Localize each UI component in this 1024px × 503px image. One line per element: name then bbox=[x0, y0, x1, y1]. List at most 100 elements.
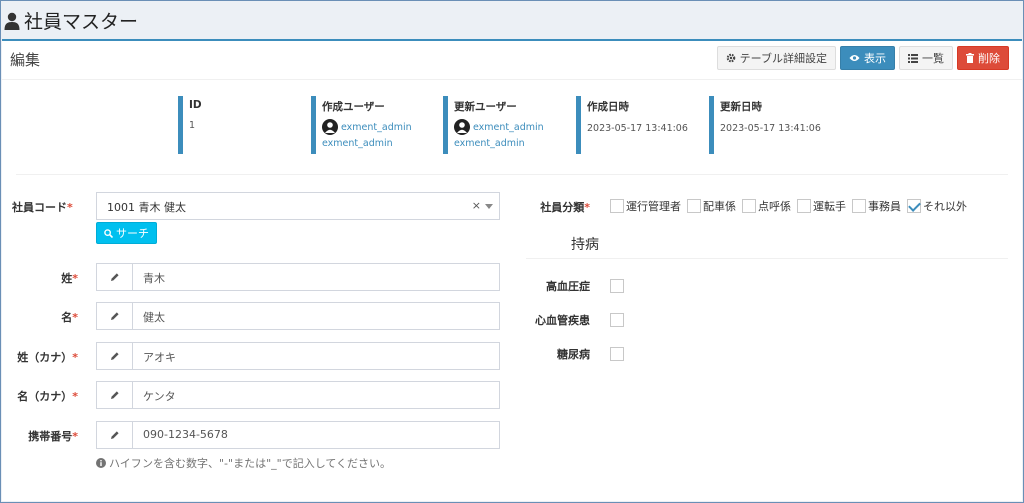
meta-created-user: 作成ユーザー exment_admin exment_admin bbox=[311, 96, 439, 154]
divider bbox=[2, 79, 1022, 80]
updated-user-sub[interactable]: exment_admin bbox=[454, 138, 571, 149]
first-name-kana-label-text: 名（カナ） bbox=[17, 390, 73, 403]
last-name-label: 姓* bbox=[12, 270, 78, 286]
pencil-icon bbox=[97, 382, 133, 408]
pencil-icon bbox=[97, 303, 133, 329]
checkbox[interactable] bbox=[797, 199, 811, 213]
meta-created-at-label: 作成日時 bbox=[587, 101, 629, 113]
checkbox[interactable] bbox=[687, 199, 701, 213]
employee-code-select[interactable]: 1001 青木 健太 × bbox=[96, 192, 500, 220]
option-label: 点呼係 bbox=[758, 200, 791, 213]
mobile-help-text: ハイフンを含む数字、"-"または"_"で記入してください。 bbox=[109, 457, 392, 470]
checkbox[interactable] bbox=[610, 199, 624, 213]
last-name-kana-field[interactable]: アオキ bbox=[96, 342, 500, 370]
gear-icon bbox=[726, 53, 735, 63]
last-name-kana-input[interactable]: アオキ bbox=[133, 343, 499, 369]
delete-label: 削除 bbox=[978, 52, 1000, 65]
category-option-roll-call[interactable]: 点呼係 bbox=[742, 198, 791, 214]
checkbox[interactable] bbox=[852, 199, 866, 213]
mobile-help: ハイフンを含む数字、"-"または"_"で記入してください。 bbox=[96, 455, 391, 471]
first-name-kana-label: 名（カナ）* bbox=[12, 388, 78, 404]
category-options: 運行管理者 配車係 点呼係 運転手 事務員 それ以外 bbox=[610, 198, 973, 214]
meta-updated-at: 更新日時 2023-05-17 13:41:06 bbox=[709, 96, 837, 154]
meta-id-value: 1 bbox=[189, 120, 196, 131]
meta-updated-at-value: 2023-05-17 13:41:06 bbox=[720, 123, 821, 134]
avatar-icon bbox=[322, 119, 338, 135]
required-mark: * bbox=[67, 201, 73, 214]
pencil-icon bbox=[97, 422, 133, 448]
search-button[interactable]: サーチ bbox=[96, 222, 157, 244]
updated-user-link[interactable]: exment_admin bbox=[473, 122, 544, 133]
pencil-icon bbox=[97, 264, 133, 290]
hypertension-checkbox[interactable] bbox=[610, 279, 624, 293]
list-button[interactable]: 一覧 bbox=[899, 46, 953, 70]
employee-code-label: 社員コード* bbox=[12, 199, 78, 215]
category-label-text: 社員分類 bbox=[540, 201, 585, 214]
avatar-icon bbox=[454, 119, 470, 135]
mobile-input[interactable]: 090-1234-5678 bbox=[133, 422, 499, 448]
checkbox-checked[interactable] bbox=[907, 199, 921, 213]
list-label: 一覧 bbox=[922, 52, 944, 65]
last-name-kana-label: 姓（カナ）* bbox=[12, 349, 78, 365]
meta-created-user-label: 作成ユーザー bbox=[322, 101, 385, 113]
diabetes-checkbox[interactable] bbox=[610, 347, 624, 361]
search-button-label: サーチ bbox=[116, 227, 149, 240]
mobile-label: 携帯番号* bbox=[12, 428, 78, 444]
mobile-field[interactable]: 090-1234-5678 bbox=[96, 421, 500, 449]
required-mark: * bbox=[72, 430, 78, 443]
pencil-icon bbox=[97, 343, 133, 369]
category-option-dispatcher[interactable]: 配車係 bbox=[687, 198, 736, 214]
category-label: 社員分類* bbox=[526, 199, 590, 215]
last-name-kana-label-text: 姓（カナ） bbox=[17, 351, 73, 364]
diabetes-label: 糖尿病 bbox=[557, 348, 590, 361]
option-label: 運転手 bbox=[813, 200, 846, 213]
first-name-field[interactable]: 健太 bbox=[96, 302, 500, 330]
cardiovascular-checkbox[interactable] bbox=[610, 313, 624, 327]
first-name-input[interactable]: 健太 bbox=[133, 303, 499, 329]
page-header: 社員マスター bbox=[2, 2, 1022, 39]
disease-section-title: 持病 bbox=[571, 237, 599, 253]
category-option-driver[interactable]: 運転手 bbox=[797, 198, 846, 214]
option-label: 運行管理者 bbox=[626, 200, 681, 213]
category-option-clerk[interactable]: 事務員 bbox=[852, 198, 901, 214]
last-name-field[interactable]: 青木 bbox=[96, 263, 500, 291]
search-icon bbox=[104, 228, 113, 238]
view-button[interactable]: 表示 bbox=[840, 46, 895, 70]
divider bbox=[16, 174, 1008, 175]
category-option-operation-manager[interactable]: 運行管理者 bbox=[610, 198, 681, 214]
updated-user-row: exment_admin bbox=[454, 119, 571, 135]
delete-button[interactable]: 削除 bbox=[957, 46, 1009, 70]
table-settings-label: テーブル詳細設定 bbox=[739, 52, 827, 65]
required-mark: * bbox=[584, 201, 590, 214]
info-icon bbox=[96, 458, 106, 468]
created-user-row: exment_admin bbox=[322, 119, 439, 135]
created-user-sub[interactable]: exment_admin bbox=[322, 138, 439, 149]
table-settings-button[interactable]: テーブル詳細設定 bbox=[716, 46, 836, 70]
first-name-kana-field[interactable]: ケンタ bbox=[96, 381, 500, 409]
page-title: 社員マスター bbox=[24, 11, 139, 33]
meta-created-at-value: 2023-05-17 13:41:06 bbox=[587, 123, 688, 134]
category-option-other[interactable]: それ以外 bbox=[907, 198, 967, 214]
app-frame: 社員マスター 編集 テーブル詳細設定 表示 一覧 削除 ID 1 作成ユーザー … bbox=[0, 0, 1024, 503]
eye-icon bbox=[849, 55, 860, 61]
meta-updated-user: 更新ユーザー exment_admin exment_admin bbox=[443, 96, 571, 154]
required-mark: * bbox=[72, 311, 78, 324]
employee-code-value: 1001 青木 健太 bbox=[107, 201, 186, 214]
first-name-kana-input[interactable]: ケンタ bbox=[133, 382, 499, 408]
meta-id-label: ID bbox=[189, 99, 202, 111]
last-name-input[interactable]: 青木 bbox=[133, 264, 499, 290]
box-tools: テーブル詳細設定 表示 一覧 削除 bbox=[716, 46, 1009, 70]
required-mark: * bbox=[72, 272, 78, 285]
divider bbox=[526, 258, 1008, 259]
meta-updated-at-label: 更新日時 bbox=[720, 101, 762, 113]
mobile-label-text: 携帯番号 bbox=[28, 430, 73, 443]
checkbox[interactable] bbox=[742, 199, 756, 213]
clear-icon[interactable]: × bbox=[472, 199, 481, 212]
created-user-link[interactable]: exment_admin bbox=[341, 122, 412, 133]
view-label: 表示 bbox=[864, 52, 886, 65]
option-label: 事務員 bbox=[868, 200, 901, 213]
list-icon bbox=[908, 53, 918, 63]
user-icon bbox=[4, 12, 20, 30]
chevron-down-icon[interactable] bbox=[485, 204, 493, 209]
option-label: 配車係 bbox=[703, 200, 736, 213]
